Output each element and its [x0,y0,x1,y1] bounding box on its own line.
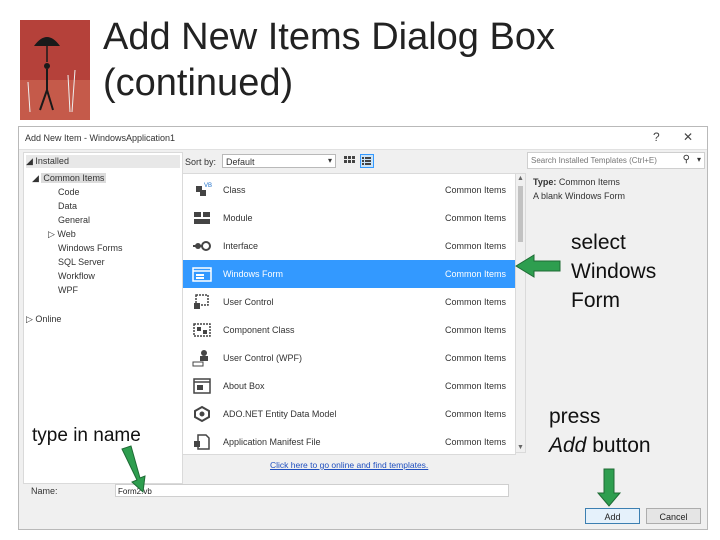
arrow-down-icon [596,468,622,507]
annotation-arrows [121,254,622,507]
arrow-left-icon [515,254,561,278]
arrow-down-icon [121,445,146,494]
